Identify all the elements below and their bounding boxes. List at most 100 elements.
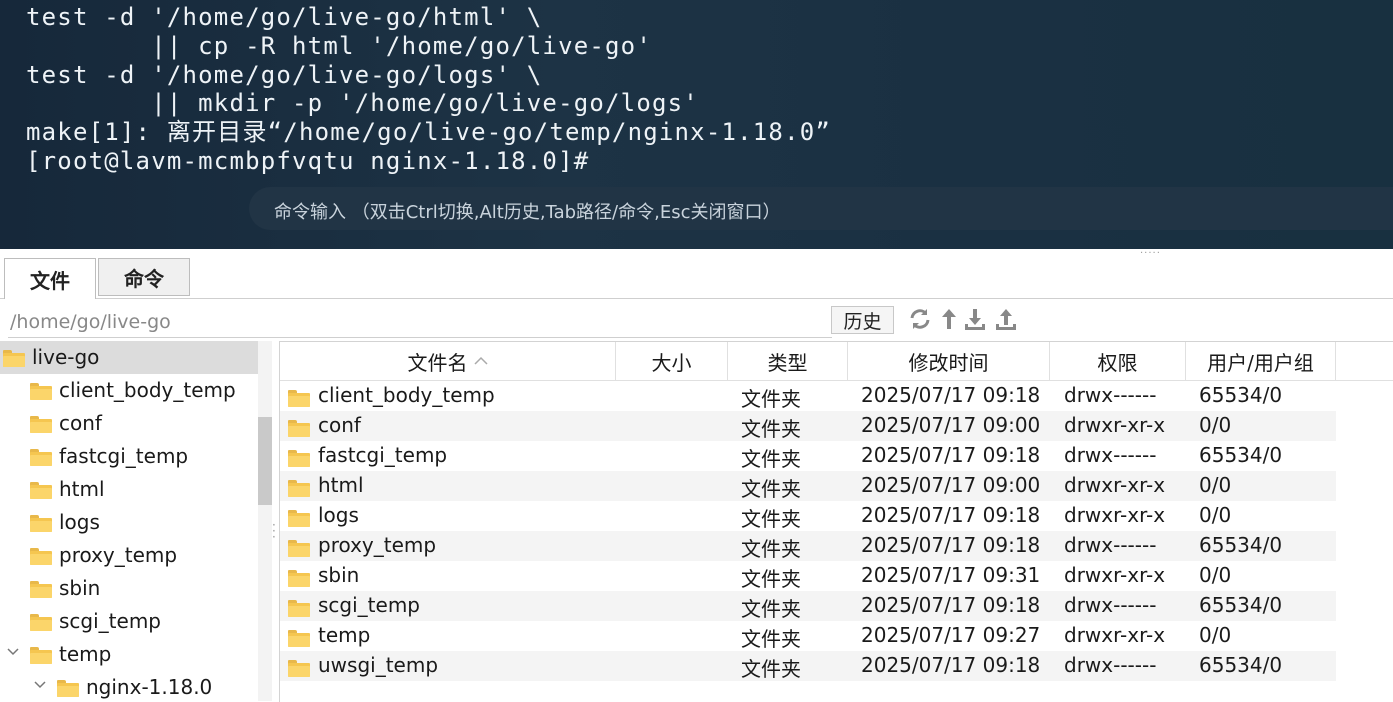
folder-icon bbox=[288, 508, 310, 532]
tree-item-label: nginx-1.18.0 bbox=[86, 675, 213, 699]
tree-item-label: scgi_temp bbox=[59, 609, 161, 633]
terminal-line: || cp -R html '/home/go/live-go' bbox=[26, 31, 652, 60]
file-mtime: 2025/07/17 09:18 bbox=[861, 533, 1041, 557]
terminal-output: test -d '/home/go/live-go/html' \ || cp … bbox=[26, 3, 831, 176]
tree-item-client-body-temp[interactable]: client_body_temp bbox=[0, 374, 258, 407]
file-permissions: drwxr-xr-x bbox=[1064, 473, 1166, 497]
file-permissions: drwxr-xr-x bbox=[1064, 563, 1166, 587]
file-type: 文件夹 bbox=[741, 627, 801, 651]
tab-bar: 文件 命令 bbox=[0, 256, 1393, 299]
terminal-line: || mkdir -p '/home/go/live-go/logs' bbox=[26, 89, 699, 118]
file-list[interactable]: 文件名 大小 类型 修改时间 权限 用户/用户组 client_body_tem… bbox=[279, 341, 1393, 702]
file-owner: 65534/0 bbox=[1199, 443, 1283, 467]
folder-icon bbox=[288, 658, 310, 682]
chevron-down-icon[interactable] bbox=[34, 679, 46, 691]
tree-item-nginx-1-18-0[interactable]: nginx-1.18.0 bbox=[0, 671, 258, 701]
column-header-mtime[interactable]: 修改时间 bbox=[848, 342, 1050, 380]
table-row[interactable]: conf 文件夹 2025/07/17 09:00 drwxr-xr-x 0/0 bbox=[280, 411, 1336, 441]
file-owner: 0/0 bbox=[1199, 473, 1232, 497]
file-owner: 0/0 bbox=[1199, 563, 1232, 587]
table-row[interactable]: scgi_temp 文件夹 2025/07/17 09:18 drwx------ 65… bbox=[280, 591, 1336, 621]
path-input[interactable] bbox=[8, 307, 832, 338]
file-permissions: drwxr-xr-x bbox=[1064, 413, 1166, 437]
table-row[interactable]: proxy_temp 文件夹 2025/07/17 09:18 drwx------ 6… bbox=[280, 531, 1336, 561]
file-type: 文件夹 bbox=[741, 417, 801, 441]
table-row[interactable]: temp 文件夹 2025/07/17 09:27 drwxr-xr-x 0/0 bbox=[280, 621, 1336, 651]
file-owner: 65534/0 bbox=[1199, 533, 1283, 557]
tree-item-label: proxy_temp bbox=[59, 543, 178, 567]
tab-files[interactable]: 文件 bbox=[4, 258, 96, 299]
file-mtime: 2025/07/17 09:18 bbox=[861, 593, 1041, 617]
sort-ascending-icon bbox=[473, 356, 488, 365]
terminal-line: make[1]: 离开目录“/home/go/live-go/temp/ngin… bbox=[26, 118, 832, 147]
command-input-bar[interactable]: 命令输入 （双击Ctrl切换,Alt历史,Tab路径/命令,Esc关闭窗口） bbox=[249, 187, 1393, 230]
folder-icon bbox=[30, 513, 52, 537]
table-row[interactable]: client_body_temp 文件夹 2025/07/17 09:18 drwx-… bbox=[280, 381, 1336, 411]
file-permissions: drwxr-xr-x bbox=[1064, 623, 1166, 647]
tree-item-label: live-go bbox=[32, 345, 100, 369]
file-permissions: drwx------ bbox=[1064, 383, 1157, 407]
tree-item-logs[interactable]: logs bbox=[0, 506, 258, 539]
table-row[interactable]: logs 文件夹 2025/07/17 09:18 drwxr-xr-x 0/0 bbox=[280, 501, 1336, 531]
refresh-icon[interactable] bbox=[908, 307, 932, 331]
up-arrow-icon[interactable] bbox=[937, 307, 961, 331]
terminal-panel[interactable]: test -d '/home/go/live-go/html' \ || cp … bbox=[0, 0, 1393, 249]
tree-item-html[interactable]: html bbox=[0, 473, 258, 506]
table-row[interactable]: uwsgi_temp 文件夹 2025/07/17 09:18 drwx------ 6… bbox=[280, 651, 1336, 681]
history-button[interactable]: 历史 bbox=[831, 306, 894, 334]
file-permissions: drwx------ bbox=[1064, 593, 1157, 617]
tree-scrollbar[interactable] bbox=[258, 341, 272, 701]
tree-item-conf[interactable]: conf bbox=[0, 407, 258, 440]
column-header-permissions[interactable]: 权限 bbox=[1050, 342, 1186, 380]
file-name: html bbox=[318, 473, 364, 497]
tree-item-proxy-temp[interactable]: proxy_temp bbox=[0, 539, 258, 572]
directory-tree[interactable]: live-go client_body_temp conf fastcgi_te… bbox=[0, 341, 272, 701]
folder-icon bbox=[288, 478, 310, 502]
folder-icon bbox=[30, 381, 52, 405]
tab-commands[interactable]: 命令 bbox=[98, 258, 190, 296]
column-header-owner[interactable]: 用户/用户组 bbox=[1186, 342, 1336, 380]
table-row[interactable]: fastcgi_temp 文件夹 2025/07/17 09:18 drwx-----… bbox=[280, 441, 1336, 471]
file-owner: 0/0 bbox=[1199, 623, 1232, 647]
tree-item-live-go[interactable]: live-go bbox=[0, 341, 258, 374]
tree-item-scgi-temp[interactable]: scgi_temp bbox=[0, 605, 258, 638]
upload-icon[interactable] bbox=[994, 307, 1018, 331]
folder-icon bbox=[288, 568, 310, 592]
file-permissions: drwx------ bbox=[1064, 533, 1157, 557]
folder-icon bbox=[288, 418, 310, 442]
file-mtime: 2025/07/17 09:31 bbox=[861, 563, 1041, 587]
file-mtime: 2025/07/17 09:18 bbox=[861, 383, 1041, 407]
column-header-type[interactable]: 类型 bbox=[728, 342, 848, 380]
file-owner: 65534/0 bbox=[1199, 383, 1283, 407]
table-row[interactable]: html 文件夹 2025/07/17 09:00 drwxr-xr-x 0/0 bbox=[280, 471, 1336, 501]
file-name: temp bbox=[318, 623, 371, 647]
file-mtime: 2025/07/17 09:18 bbox=[861, 653, 1041, 677]
tree-item-label: temp bbox=[59, 642, 112, 666]
tree-scrollbar-thumb[interactable] bbox=[258, 417, 272, 505]
file-mtime: 2025/07/17 09:27 bbox=[861, 623, 1041, 647]
file-mtime: 2025/07/17 09:00 bbox=[861, 413, 1041, 437]
file-mtime: 2025/07/17 09:00 bbox=[861, 473, 1041, 497]
column-header-name[interactable]: 文件名 bbox=[280, 342, 616, 380]
table-row[interactable]: sbin 文件夹 2025/07/17 09:31 drwxr-xr-x 0/0 bbox=[280, 561, 1336, 591]
panel-splitter-grip[interactable]: ..... bbox=[1140, 246, 1161, 256]
path-bar: 历史 bbox=[0, 304, 1393, 338]
folder-icon bbox=[288, 598, 310, 622]
tree-item-fastcgi-temp[interactable]: fastcgi_temp bbox=[0, 440, 258, 473]
file-owner: 65534/0 bbox=[1199, 593, 1283, 617]
file-mtime: 2025/07/17 09:18 bbox=[861, 443, 1041, 467]
tree-item-sbin[interactable]: sbin bbox=[0, 572, 258, 605]
folder-icon bbox=[288, 628, 310, 652]
file-type: 文件夹 bbox=[741, 507, 801, 531]
file-owner: 0/0 bbox=[1199, 503, 1232, 527]
file-name: client_body_temp bbox=[318, 383, 495, 407]
column-header-size[interactable]: 大小 bbox=[616, 342, 728, 380]
file-type: 文件夹 bbox=[741, 387, 801, 411]
chevron-down-icon[interactable] bbox=[7, 646, 19, 658]
file-name: logs bbox=[318, 503, 359, 527]
tree-item-temp[interactable]: temp bbox=[0, 638, 258, 671]
file-type: 文件夹 bbox=[741, 537, 801, 561]
download-icon[interactable] bbox=[963, 307, 987, 331]
pane-resize-grip[interactable]: · · · bbox=[272, 519, 276, 543]
folder-icon bbox=[30, 480, 52, 504]
